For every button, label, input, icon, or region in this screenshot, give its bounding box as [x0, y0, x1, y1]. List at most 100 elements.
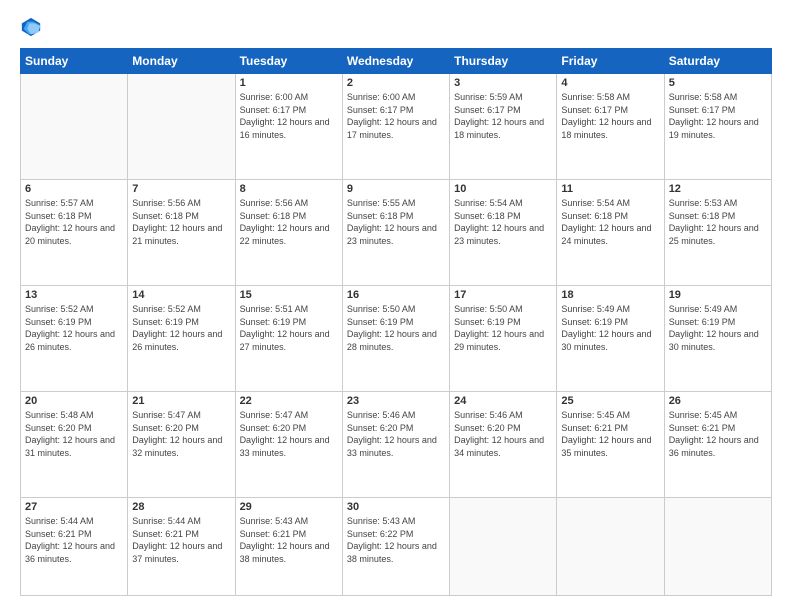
calendar-cell: 19 Sunrise: 5:49 AM Sunset: 6:19 PM Dayli… — [664, 286, 771, 392]
day-number: 4 — [561, 77, 659, 89]
day-number: 13 — [25, 289, 123, 301]
day-info: Sunrise: 5:54 AM Sunset: 6:18 PM Dayligh… — [561, 197, 659, 247]
day-number: 3 — [454, 77, 552, 89]
calendar-cell: 9 Sunrise: 5:55 AM Sunset: 6:18 PM Daylig… — [342, 180, 449, 286]
calendar-header-wednesday: Wednesday — [342, 49, 449, 74]
day-info: Sunrise: 5:45 AM Sunset: 6:21 PM Dayligh… — [669, 409, 767, 459]
day-number: 2 — [347, 77, 445, 89]
calendar-cell: 24 Sunrise: 5:46 AM Sunset: 6:20 PM Dayli… — [450, 392, 557, 498]
day-info: Sunrise: 5:43 AM Sunset: 6:22 PM Dayligh… — [347, 515, 445, 565]
day-number: 11 — [561, 183, 659, 195]
calendar-cell: 15Sunrise: 5:51 AM Sunset: 6:19 PM Dayli… — [235, 286, 342, 392]
calendar-cell — [664, 498, 771, 596]
day-number: 20 — [25, 395, 123, 407]
calendar-cell — [557, 498, 664, 596]
day-number: 9 — [347, 183, 445, 195]
day-info: Sunrise: 5:49 AM Sunset: 6:19 PM Dayligh… — [561, 303, 659, 353]
day-info: Sunrise: 5:48 AM Sunset: 6:20 PM Dayligh… — [25, 409, 123, 459]
day-info: Sunrise: 5:55 AM Sunset: 6:18 PM Dayligh… — [347, 197, 445, 247]
calendar-cell: 1 Sunrise: 6:00 AM Sunset: 6:17 PM Daylig… — [235, 74, 342, 180]
day-number: 1 — [240, 77, 338, 89]
calendar-week-5: 27 Sunrise: 5:44 AM Sunset: 6:21 PM Dayli… — [21, 498, 772, 596]
day-number: 22 — [240, 395, 338, 407]
calendar-cell: 21 Sunrise: 5:47 AM Sunset: 6:20 PM Dayli… — [128, 392, 235, 498]
day-info: Sunrise: 5:52 AM Sunset: 6:19 PM Dayligh… — [132, 303, 230, 353]
day-number: 17 — [454, 289, 552, 301]
day-info: Sunrise: 5:45 AM Sunset: 6:21 PM Dayligh… — [561, 409, 659, 459]
day-number: 14 — [132, 289, 230, 301]
day-info: Sunrise: 6:00 AM Sunset: 6:17 PM Dayligh… — [347, 91, 445, 141]
header — [20, 16, 772, 38]
day-info: Sunrise: 5:59 AM Sunset: 6:17 PM Dayligh… — [454, 91, 552, 141]
calendar-week-4: 20 Sunrise: 5:48 AM Sunset: 6:20 PM Dayli… — [21, 392, 772, 498]
day-number: 23 — [347, 395, 445, 407]
calendar-cell: 29 Sunrise: 5:43 AM Sunset: 6:21 PM Dayli… — [235, 498, 342, 596]
calendar-header-monday: Monday — [128, 49, 235, 74]
calendar-cell: 12Sunrise: 5:53 AM Sunset: 6:18 PM Dayli… — [664, 180, 771, 286]
calendar-cell: 16Sunrise: 5:50 AM Sunset: 6:19 PM Dayli… — [342, 286, 449, 392]
calendar-week-1: 1 Sunrise: 6:00 AM Sunset: 6:17 PM Daylig… — [21, 74, 772, 180]
day-info: Sunrise: 5:58 AM Sunset: 6:17 PM Dayligh… — [669, 91, 767, 141]
calendar: SundayMondayTuesdayWednesdayThursdayFrid… — [20, 48, 772, 596]
day-info: Sunrise: 5:52 AM Sunset: 6:19 PM Dayligh… — [25, 303, 123, 353]
calendar-cell: 26 Sunrise: 5:45 AM Sunset: 6:21 PM Dayli… — [664, 392, 771, 498]
day-number: 10 — [454, 183, 552, 195]
day-info: Sunrise: 5:46 AM Sunset: 6:20 PM Dayligh… — [454, 409, 552, 459]
day-info: Sunrise: 5:56 AM Sunset: 6:18 PM Dayligh… — [132, 197, 230, 247]
day-number: 19 — [669, 289, 767, 301]
day-number: 6 — [25, 183, 123, 195]
day-number: 30 — [347, 501, 445, 513]
day-info: Sunrise: 5:47 AM Sunset: 6:20 PM Dayligh… — [240, 409, 338, 459]
day-number: 26 — [669, 395, 767, 407]
day-number: 7 — [132, 183, 230, 195]
day-info: Sunrise: 5:44 AM Sunset: 6:21 PM Dayligh… — [25, 515, 123, 565]
calendar-cell: 28Sunrise: 5:44 AM Sunset: 6:21 PM Dayli… — [128, 498, 235, 596]
day-number: 21 — [132, 395, 230, 407]
calendar-header-sunday: Sunday — [21, 49, 128, 74]
calendar-cell: 3 Sunrise: 5:59 AM Sunset: 6:17 PM Daylig… — [450, 74, 557, 180]
day-info: Sunrise: 5:50 AM Sunset: 6:19 PM Dayligh… — [454, 303, 552, 353]
calendar-cell: 6 Sunrise: 5:57 AM Sunset: 6:18 PM Daylig… — [21, 180, 128, 286]
calendar-cell: 7 Sunrise: 5:56 AM Sunset: 6:18 PM Daylig… — [128, 180, 235, 286]
day-number: 16 — [347, 289, 445, 301]
day-info: Sunrise: 5:57 AM Sunset: 6:18 PM Dayligh… — [25, 197, 123, 247]
day-number: 15 — [240, 289, 338, 301]
calendar-header-tuesday: Tuesday — [235, 49, 342, 74]
calendar-cell — [21, 74, 128, 180]
calendar-cell: 27 Sunrise: 5:44 AM Sunset: 6:21 PM Dayli… — [21, 498, 128, 596]
calendar-cell: 25Sunrise: 5:45 AM Sunset: 6:21 PM Dayli… — [557, 392, 664, 498]
calendar-cell: 17 Sunrise: 5:50 AM Sunset: 6:19 PM Dayli… — [450, 286, 557, 392]
calendar-cell: 5 Sunrise: 5:58 AM Sunset: 6:17 PM Daylig… — [664, 74, 771, 180]
calendar-cell: 8Sunrise: 5:56 AM Sunset: 6:18 PM Daylig… — [235, 180, 342, 286]
calendar-cell: 13 Sunrise: 5:52 AM Sunset: 6:19 PM Dayli… — [21, 286, 128, 392]
calendar-cell: 22 Sunrise: 5:47 AM Sunset: 6:20 PM Dayli… — [235, 392, 342, 498]
calendar-week-3: 13 Sunrise: 5:52 AM Sunset: 6:19 PM Dayli… — [21, 286, 772, 392]
day-info: Sunrise: 6:00 AM Sunset: 6:17 PM Dayligh… — [240, 91, 338, 141]
day-info: Sunrise: 5:58 AM Sunset: 6:17 PM Dayligh… — [561, 91, 659, 141]
calendar-cell: 30 Sunrise: 5:43 AM Sunset: 6:22 PM Dayli… — [342, 498, 449, 596]
day-number: 29 — [240, 501, 338, 513]
calendar-cell: 11 Sunrise: 5:54 AM Sunset: 6:18 PM Dayli… — [557, 180, 664, 286]
day-number: 8 — [240, 183, 338, 195]
calendar-cell: 4 Sunrise: 5:58 AM Sunset: 6:17 PM Daylig… — [557, 74, 664, 180]
logo-icon — [20, 16, 42, 38]
calendar-header-row: SundayMondayTuesdayWednesdayThursdayFrid… — [21, 49, 772, 74]
day-info: Sunrise: 5:44 AM Sunset: 6:21 PM Dayligh… — [132, 515, 230, 565]
day-info: Sunrise: 5:53 AM Sunset: 6:18 PM Dayligh… — [669, 197, 767, 247]
calendar-cell — [128, 74, 235, 180]
day-number: 18 — [561, 289, 659, 301]
calendar-header-saturday: Saturday — [664, 49, 771, 74]
calendar-cell: 2 Sunrise: 6:00 AM Sunset: 6:17 PM Daylig… — [342, 74, 449, 180]
calendar-header-thursday: Thursday — [450, 49, 557, 74]
calendar-cell: 10 Sunrise: 5:54 AM Sunset: 6:18 PM Dayli… — [450, 180, 557, 286]
day-info: Sunrise: 5:54 AM Sunset: 6:18 PM Dayligh… — [454, 197, 552, 247]
calendar-cell: 23 Sunrise: 5:46 AM Sunset: 6:20 PM Dayli… — [342, 392, 449, 498]
logo — [20, 16, 46, 38]
day-number: 5 — [669, 77, 767, 89]
day-info: Sunrise: 5:47 AM Sunset: 6:20 PM Dayligh… — [132, 409, 230, 459]
day-info: Sunrise: 5:43 AM Sunset: 6:21 PM Dayligh… — [240, 515, 338, 565]
day-info: Sunrise: 5:49 AM Sunset: 6:19 PM Dayligh… — [669, 303, 767, 353]
day-number: 24 — [454, 395, 552, 407]
day-info: Sunrise: 5:46 AM Sunset: 6:20 PM Dayligh… — [347, 409, 445, 459]
day-number: 27 — [25, 501, 123, 513]
